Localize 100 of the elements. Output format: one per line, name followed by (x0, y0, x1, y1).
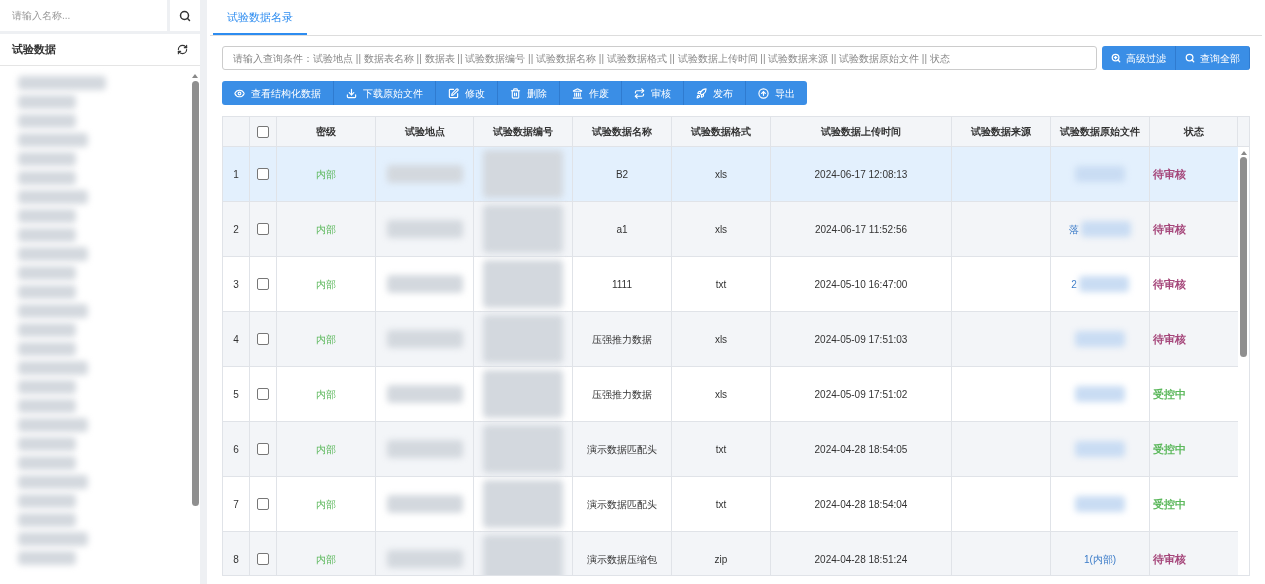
checkbox[interactable] (257, 168, 269, 180)
table-cell-text: 2024-06-17 12:08:13 (814, 167, 908, 182)
row-number: 6 (233, 442, 239, 457)
table-row[interactable]: 1 内部 B2 xls 2024-06-17 12:08:13 待审核 (223, 147, 1238, 202)
redacted-block (1081, 221, 1131, 237)
row-number: 2 (233, 222, 239, 237)
table-row[interactable]: 7 内部 演示数据匹配头 txt 2024-04-28 18:54:04 受控中 (223, 477, 1238, 532)
table-cell-text: 内部 (316, 387, 336, 402)
toolbar-button[interactable]: 下载原始文件 (334, 81, 436, 105)
table-cell-text: 内部 (316, 552, 336, 567)
table-row[interactable]: 3 内部 1111 txt 2024-05-10 16:47:00 2 待审核 (223, 257, 1238, 312)
status-text: 待审核 (1153, 166, 1186, 182)
table-cell-text: a1 (616, 222, 628, 237)
filter-button[interactable]: 查询全部 (1176, 46, 1250, 70)
delete-icon (510, 87, 521, 99)
redacted-block (18, 380, 76, 394)
redacted-block (1075, 331, 1125, 347)
column-header: 密级 (277, 117, 376, 146)
checkbox[interactable] (257, 125, 269, 138)
checkbox[interactable] (257, 278, 269, 290)
edit-icon (448, 87, 459, 99)
checkbox[interactable] (257, 333, 269, 345)
table-cell-text: 2024-04-28 18:54:05 (814, 442, 908, 457)
redacted-block (18, 133, 88, 147)
search-field[interactable]: 请输入名称... (0, 0, 167, 31)
table-row[interactable]: 4 内部 压强推力数据 xls 2024-05-09 17:51:03 待审核 (223, 312, 1238, 367)
redacted-block (18, 228, 76, 242)
table-cell-text: 1111 (612, 277, 632, 292)
table-cell-text: txt (715, 442, 727, 457)
table-cell-text: 压强推力数据 (592, 332, 652, 347)
file-link[interactable]: 1(内部) (1083, 551, 1117, 567)
status-text: 待审核 (1153, 276, 1186, 292)
checkbox[interactable] (257, 388, 269, 400)
table-cell-text: txt (715, 497, 727, 512)
column-header: 状态 (1150, 117, 1238, 146)
table-row[interactable]: 2 内部 a1 xls 2024-06-17 11:52:56 落 待审核 (223, 202, 1238, 257)
redacted-block (18, 494, 76, 508)
redacted-block (1078, 276, 1129, 292)
file-link[interactable]: 落 (1069, 221, 1079, 237)
column-header: 试验数据格式 (672, 117, 771, 146)
refresh-icon[interactable] (177, 44, 188, 55)
toolbar-button[interactable]: 审核 (622, 81, 684, 105)
row-number: 7 (233, 497, 239, 512)
table-cell-text: 2024-06-17 11:52:56 (814, 222, 908, 237)
redacted-block (18, 285, 76, 299)
row-number: 4 (233, 332, 239, 347)
redacted-block (18, 266, 76, 280)
toolbar-button[interactable]: 删除 (498, 81, 560, 105)
filter-button[interactable]: 高级过滤 (1102, 46, 1176, 70)
redacted-block (18, 304, 88, 318)
row-number: 1 (233, 167, 239, 182)
table-cell-text: xls (714, 222, 728, 237)
table-row[interactable]: 6 内部 演示数据匹配头 txt 2024-04-28 18:54:05 受控中 (223, 422, 1238, 477)
row-number: 5 (233, 387, 239, 402)
toolbar-button[interactable]: 导出 (746, 81, 807, 105)
table-cell-text: 内部 (316, 167, 336, 182)
redacted-block (18, 475, 88, 489)
redacted-block (18, 152, 76, 166)
checkbox[interactable] (257, 553, 269, 565)
table-cell-text: zip (714, 552, 728, 567)
redacted-block (1075, 441, 1125, 457)
toolbar-button[interactable]: 作废 (560, 81, 622, 105)
redacted-block (18, 95, 76, 109)
status-text: 待审核 (1153, 551, 1186, 567)
table-cell-text: 内部 (316, 332, 336, 347)
table-cell-text: 内部 (316, 222, 336, 237)
redacted-block (18, 437, 76, 451)
search-button[interactable] (170, 0, 200, 31)
table-cell-text: xls (714, 332, 728, 347)
column-header: 试验地点 (376, 117, 474, 146)
status-text: 待审核 (1153, 221, 1186, 237)
checkbox[interactable] (257, 443, 269, 455)
status-text: 受控中 (1153, 496, 1186, 512)
table-cell-text: 内部 (316, 497, 336, 512)
toolbar-button[interactable]: 查看结构化数据 (222, 81, 334, 105)
table-cell-text: 2024-05-09 17:51:03 (814, 332, 908, 347)
file-link[interactable]: 2 (1071, 276, 1077, 292)
checkbox[interactable] (257, 223, 269, 235)
table-row[interactable]: 5 内部 压强推力数据 xls 2024-05-09 17:51:02 受控中 (223, 367, 1238, 422)
redacted-block (18, 513, 76, 527)
table-cell-text: 2024-05-09 17:51:02 (814, 387, 908, 402)
redacted-block (18, 418, 88, 432)
row-number: 8 (233, 552, 239, 567)
toolbar-button[interactable]: 修改 (436, 81, 498, 105)
query-field[interactable]: 请输入查询条件：试验地点 || 数据表名称 || 数据表 || 试验数据编号 || 试验数据名称 || 试验数据格式 || 试验数据上传时间 || 试验数据来源 || 试验数据原始文件 || 状态 (222, 46, 1097, 70)
checkbox[interactable] (257, 498, 269, 510)
status-text: 受控中 (1153, 441, 1186, 457)
table-cell-text: 演示数据匹配头 (587, 497, 657, 512)
toolbar-button[interactable]: 发布 (684, 81, 746, 105)
redacted-block (1075, 166, 1125, 182)
tab[interactable]: 试验数据名录 (213, 2, 307, 35)
row-number: 3 (233, 277, 239, 292)
redacted-block (1075, 496, 1125, 512)
redacted-block (18, 247, 88, 261)
redacted-block (1075, 386, 1125, 402)
table-cell-text: B2 (615, 167, 629, 182)
table-row[interactable]: 8 内部 演示数据压缩包 zip 2024-04-28 18:51:24 1(内部) 待审核 (223, 532, 1238, 575)
column-header: 试验数据上传时间 (771, 117, 952, 146)
table-cell-text: 演示数据压缩包 (587, 552, 657, 567)
status-text: 待审核 (1153, 331, 1186, 347)
